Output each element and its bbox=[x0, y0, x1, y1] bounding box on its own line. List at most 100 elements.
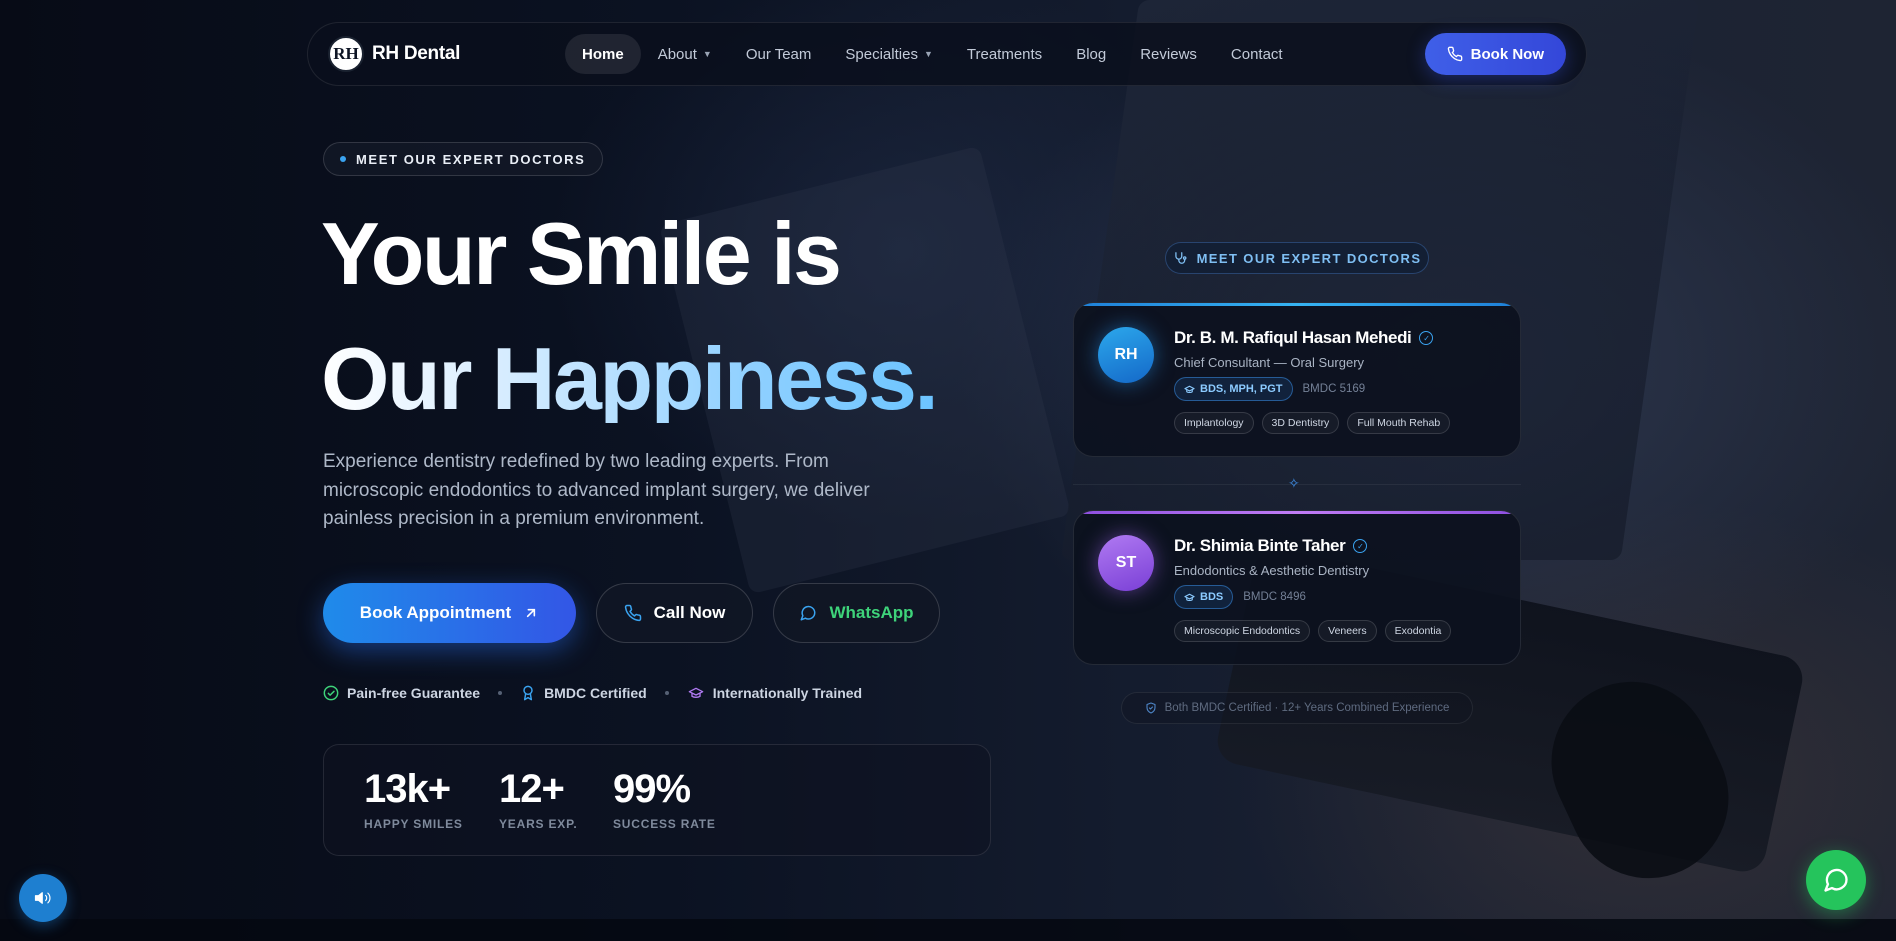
doctor-card-st[interactable]: ST Dr. Shimia Binte Taher ✓ Endodontics … bbox=[1073, 510, 1521, 665]
navbar: RH RH Dental Home About ▼ Our Team Specia… bbox=[307, 22, 1587, 86]
nav-item-label: About bbox=[657, 45, 697, 63]
hero-headline-line2: Our Happiness. bbox=[321, 329, 939, 428]
brand-logo: RH bbox=[328, 36, 364, 72]
volume-icon bbox=[34, 889, 52, 907]
stat-success-rate: 99% SUCCESS RATE bbox=[613, 767, 716, 831]
degree-badge: BDS bbox=[1174, 585, 1234, 609]
doctor-card-rh[interactable]: RH Dr. B. M. Rafiqul Hasan Mehedi ✓ Chie… bbox=[1073, 302, 1521, 457]
verified-icon: ✓ bbox=[1353, 539, 1368, 553]
nav-item-blog[interactable]: Blog bbox=[1059, 34, 1123, 74]
hero-eyebrow-badge: MEET OUR EXPERT DOCTORS bbox=[323, 142, 604, 176]
nav-item-label: Our Team bbox=[745, 45, 812, 63]
tag: 3D Dentistry bbox=[1261, 412, 1340, 434]
registration-number: BMDC 5169 bbox=[1302, 383, 1366, 395]
trust-bmdc: BMDC Certified bbox=[520, 685, 647, 701]
nav-item-label: Home bbox=[582, 45, 624, 63]
stat-happy-smiles: 13k+ HAPPY SMILES bbox=[364, 767, 463, 831]
tag: Implantology bbox=[1174, 412, 1254, 434]
arrow-up-right-icon bbox=[523, 605, 539, 621]
stat-value: 13k+ bbox=[364, 767, 451, 811]
doctor-name-text: Dr. B. M. Rafiqul Hasan Mehedi bbox=[1174, 328, 1412, 347]
brand-name: RH Dental bbox=[372, 43, 461, 64]
whatsapp-chat-button[interactable] bbox=[1806, 850, 1866, 910]
chevron-down-icon: ▼ bbox=[702, 49, 712, 59]
trust-label: Pain-free Guarantee bbox=[347, 685, 481, 701]
nav-item-label: Reviews bbox=[1140, 45, 1197, 63]
trust-label: BMDC Certified bbox=[544, 685, 647, 701]
stat-label: HAPPY SMILES bbox=[364, 817, 463, 831]
tag: Veneers bbox=[1318, 620, 1377, 642]
doctor-role: Endodontics & Aesthetic Dentistry bbox=[1174, 563, 1370, 578]
degree-text: BDS bbox=[1200, 591, 1224, 603]
hero-headline-line1: Your Smile is bbox=[321, 204, 842, 303]
stat-value: 12+ bbox=[499, 767, 565, 811]
verified-icon: ✓ bbox=[1419, 331, 1434, 345]
stat-value: 99% bbox=[613, 767, 691, 811]
trust-badges: Pain-free Guarantee BMDC Certified Inter… bbox=[323, 682, 862, 704]
whatsapp-button[interactable]: WhatsApp bbox=[773, 583, 940, 643]
call-now-button[interactable]: Call Now bbox=[596, 583, 753, 643]
doctor-credentials: BDS BMDC 8496 bbox=[1174, 585, 1306, 609]
phone-icon bbox=[1447, 46, 1463, 62]
nav-item-label: Specialties bbox=[845, 45, 918, 63]
book-now-button[interactable]: Book Now bbox=[1424, 33, 1566, 75]
certification-footer-text: Both BMDC Certified · 12+ Years Combined… bbox=[1164, 702, 1450, 714]
card-accent-bar bbox=[1074, 303, 1520, 306]
trust-label: Internationally Trained bbox=[712, 685, 863, 701]
main-menu: Home About ▼ Our Team Specialties ▼ Treatm… bbox=[565, 34, 1300, 74]
tag: Full Mouth Rehab bbox=[1347, 412, 1451, 434]
avatar: ST bbox=[1098, 535, 1154, 591]
chevron-down-icon: ▼ bbox=[923, 49, 933, 59]
trust-international: Internationally Trained bbox=[687, 685, 862, 701]
nav-item-reviews[interactable]: Reviews bbox=[1123, 34, 1214, 74]
award-icon bbox=[520, 685, 536, 701]
bottom-strip bbox=[0, 919, 1896, 941]
phone-icon bbox=[624, 604, 642, 622]
stat-years: 12+ YEARS EXP. bbox=[499, 767, 577, 831]
doctors-panel-pill-label: MEET OUR EXPERT DOCTORS bbox=[1196, 250, 1422, 266]
avatar: RH bbox=[1098, 327, 1154, 383]
graduation-cap-icon bbox=[1184, 592, 1195, 603]
trust-pain-free: Pain-free Guarantee bbox=[323, 685, 480, 701]
sound-toggle-button[interactable] bbox=[19, 874, 67, 922]
nav-item-label: Blog bbox=[1076, 45, 1107, 63]
degree-badge: BDS, MPH, PGT bbox=[1174, 377, 1293, 401]
card-accent-bar bbox=[1074, 511, 1520, 514]
degree-text: BDS, MPH, PGT bbox=[1200, 383, 1283, 395]
brand[interactable]: RH RH Dental bbox=[328, 36, 460, 72]
specialty-tags: Microscopic Endodontics Veneers Exodonti… bbox=[1174, 620, 1452, 642]
registration-number: BMDC 8496 bbox=[1243, 591, 1306, 603]
shield-check-icon bbox=[1145, 702, 1157, 714]
stat-label: YEARS EXP. bbox=[499, 817, 578, 831]
eyebrow-label: MEET OUR EXPERT DOCTORS bbox=[356, 151, 586, 167]
nav-item-treatments[interactable]: Treatments bbox=[950, 34, 1059, 74]
book-appointment-label: Book Appointment bbox=[359, 603, 512, 622]
nav-item-our-team[interactable]: Our Team bbox=[729, 34, 829, 74]
nav-item-label: Contact bbox=[1230, 45, 1283, 63]
doctors-panel-pill: MEET OUR EXPERT DOCTORS bbox=[1165, 242, 1429, 274]
graduation-cap-icon bbox=[1184, 384, 1195, 395]
dot-icon bbox=[340, 156, 346, 162]
call-now-label: Call Now bbox=[653, 603, 726, 622]
doctor-name: Dr. B. M. Rafiqul Hasan Mehedi ✓ bbox=[1174, 328, 1434, 348]
separator-dot bbox=[664, 691, 669, 695]
sparkle-icon: ✧ bbox=[1288, 475, 1300, 491]
hero-description: Experience dentistry redefined by two le… bbox=[323, 451, 870, 529]
nav-item-home[interactable]: Home bbox=[565, 34, 641, 74]
chat-icon bbox=[1822, 866, 1850, 894]
nav-item-contact[interactable]: Contact bbox=[1214, 34, 1300, 74]
book-appointment-button[interactable]: Book Appointment bbox=[323, 583, 576, 643]
stethoscope-icon bbox=[1173, 251, 1187, 265]
nav-item-specialties[interactable]: Specialties ▼ bbox=[828, 34, 949, 74]
whatsapp-label: WhatsApp bbox=[829, 603, 914, 622]
doctor-role: Chief Consultant — Oral Surgery bbox=[1174, 355, 1365, 370]
separator-dot bbox=[498, 691, 503, 695]
nav-item-about[interactable]: About ▼ bbox=[641, 34, 729, 74]
book-now-label: Book Now bbox=[1470, 45, 1544, 63]
check-circle-icon bbox=[323, 685, 339, 701]
specialty-tags: Implantology 3D Dentistry Full Mouth Reh… bbox=[1174, 412, 1451, 434]
doctor-credentials: BDS, MPH, PGT BMDC 5169 bbox=[1174, 377, 1365, 401]
certification-footer: Both BMDC Certified · 12+ Years Combined… bbox=[1121, 692, 1473, 724]
doctor-name-text: Dr. Shimia Binte Taher bbox=[1174, 536, 1346, 555]
tag: Exodontia bbox=[1384, 620, 1452, 642]
